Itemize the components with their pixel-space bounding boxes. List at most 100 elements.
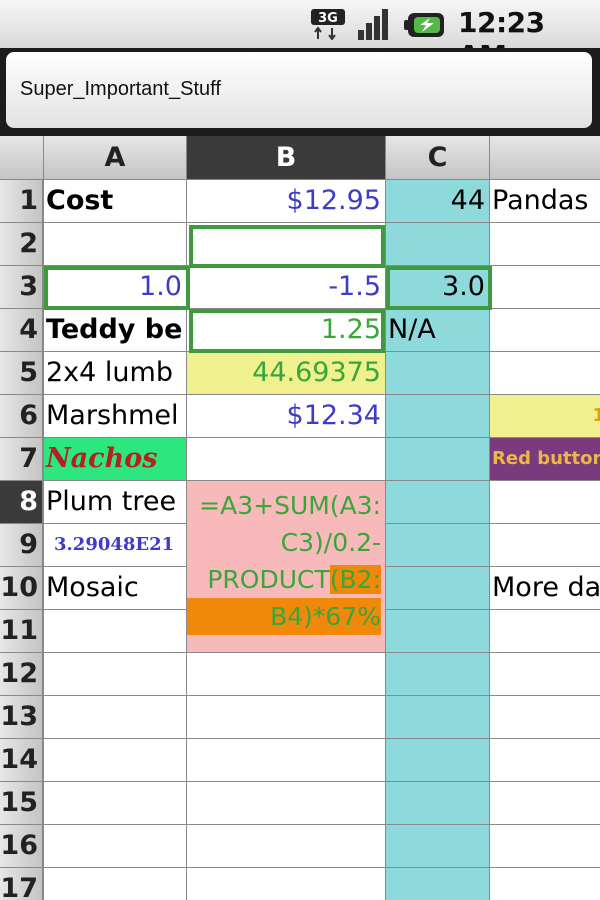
column-header-a[interactable]: A [44, 136, 187, 180]
row-header-3[interactable]: 3 [0, 266, 44, 309]
signal-strength-icon [358, 9, 388, 40]
grid-cell[interactable] [490, 309, 600, 352]
grid-cell[interactable] [490, 610, 600, 653]
cell-a8[interactable]: Plum tree [44, 481, 187, 524]
row-header-1[interactable]: 1 [0, 180, 44, 223]
grid-cell[interactable] [187, 825, 386, 868]
cell-a10[interactable]: Mosaic [44, 567, 187, 610]
formula-line-3: PRODUCT(B2: [187, 561, 381, 598]
grid-cell[interactable] [490, 696, 600, 739]
grid-cell[interactable] [490, 825, 600, 868]
cell-b6[interactable]: $12.34 [187, 395, 386, 438]
row-header-10[interactable]: 10 [0, 567, 44, 610]
cell-a5[interactable]: 2x4 lumb [44, 352, 187, 395]
grid-cell[interactable] [187, 739, 386, 782]
grid-cell[interactable] [386, 739, 490, 782]
grid-cell[interactable] [44, 653, 187, 696]
column-header-d[interactable] [490, 136, 600, 180]
cell-d10[interactable]: More da [490, 567, 600, 610]
grid-cell[interactable] [386, 782, 490, 825]
grid-cell[interactable] [386, 352, 490, 395]
formula-range-b4: B4)*67% [270, 602, 381, 631]
cell-b3[interactable]: -1.5 [187, 266, 386, 309]
grid-cell[interactable] [386, 481, 490, 524]
grid-cell[interactable] [490, 739, 600, 782]
cell-a6[interactable]: Marshmel [44, 395, 187, 438]
grid-cell[interactable] [44, 825, 187, 868]
cell-d6[interactable]: 1 [490, 395, 600, 438]
grid-cell[interactable] [187, 868, 386, 900]
row-header-5[interactable]: 5 [0, 352, 44, 395]
column-header-b[interactable]: B [187, 136, 386, 180]
row-header-16[interactable]: 16 [0, 825, 44, 868]
row-header-4[interactable]: 4 [0, 309, 44, 352]
grid-cell[interactable] [386, 567, 490, 610]
grid-cell[interactable] [490, 352, 600, 395]
grid-cell[interactable] [386, 868, 490, 900]
grid-cell[interactable] [44, 868, 187, 900]
document-title-field[interactable]: Super_Important_Stuff [6, 52, 592, 128]
cell-a4[interactable]: Teddy be [44, 309, 187, 352]
column-header-c[interactable]: C [386, 136, 490, 180]
formula-line-4: B4)*67% [187, 598, 381, 635]
formula-product-label: PRODUCT [207, 565, 330, 594]
row-header-14[interactable]: 14 [0, 739, 44, 782]
grid-cell[interactable] [490, 782, 600, 825]
grid-cell[interactable] [490, 524, 600, 567]
grid-cell[interactable] [187, 696, 386, 739]
corner-select-all[interactable] [0, 136, 44, 180]
cell-c3[interactable]: 3.0 [386, 266, 490, 309]
formula-line-1: =A3+SUM(A3: [199, 491, 381, 520]
row-header-7[interactable]: 7 [0, 438, 44, 481]
grid-cell[interactable] [187, 653, 386, 696]
row-header-8[interactable]: 8 [0, 481, 44, 524]
svg-text:3G: 3G [318, 11, 338, 26]
row-header-12[interactable]: 12 [0, 653, 44, 696]
grid-cell[interactable] [386, 610, 490, 653]
grid-cell[interactable] [386, 395, 490, 438]
grid-cell[interactable] [187, 223, 386, 266]
formula-cell-b8[interactable]: =A3+SUM(A3: C3)/0.2- PRODUCT(B2: B4)*67% [187, 481, 386, 653]
cell-a9[interactable]: 3.29048E21 [44, 524, 187, 567]
grid-cell[interactable] [490, 653, 600, 696]
grid-cell[interactable] [187, 782, 386, 825]
cell-b1[interactable]: $12.95 [187, 180, 386, 223]
grid-cell[interactable] [44, 223, 187, 266]
grid-cell[interactable] [386, 696, 490, 739]
cell-a7[interactable]: Nachos [44, 438, 187, 481]
grid-cell[interactable] [187, 438, 386, 481]
cell-d1[interactable]: Pandas [490, 180, 600, 223]
grid-cell[interactable] [386, 524, 490, 567]
row-header-13[interactable]: 13 [0, 696, 44, 739]
row-header-17[interactable]: 17 [0, 868, 44, 900]
row-header-9[interactable]: 9 [0, 524, 44, 567]
grid-cell[interactable] [44, 610, 187, 653]
row-header-2[interactable]: 2 [0, 223, 44, 266]
document-title: Super_Important_Stuff [20, 78, 221, 100]
cell-b5[interactable]: 44.69375 [187, 352, 386, 395]
grid-cell[interactable] [490, 266, 600, 309]
formula-range-b2: (B2: [329, 565, 381, 594]
cell-c4[interactable]: N/A [386, 309, 490, 352]
cell-d7-red-button[interactable]: Red button [490, 438, 600, 481]
grid-cell[interactable] [44, 739, 187, 782]
row-header-11[interactable]: 11 [0, 610, 44, 653]
network-3g-icon: 3G [311, 9, 345, 40]
grid-cell[interactable] [44, 696, 187, 739]
grid-cell[interactable] [386, 438, 490, 481]
cell-a3[interactable]: 1.0 [44, 266, 187, 309]
row-header-6[interactable]: 6 [0, 395, 44, 438]
grid-cell[interactable] [490, 868, 600, 900]
grid-cell[interactable] [44, 782, 187, 825]
grid-cell[interactable] [490, 481, 600, 524]
grid-cell[interactable] [386, 825, 490, 868]
grid-cell[interactable] [386, 653, 490, 696]
row-header-15[interactable]: 15 [0, 782, 44, 825]
grid-cell[interactable] [386, 223, 490, 266]
cell-a1[interactable]: Cost [44, 180, 187, 223]
cell-c1[interactable]: 44 [386, 180, 490, 223]
formula-line-2: C3)/0.2- [280, 528, 381, 557]
spreadsheet-grid[interactable]: A B C 1 2 3 4 5 6 7 8 9 10 11 12 13 14 15 16 17 Cost $12… [0, 136, 600, 900]
cell-b4[interactable]: 1.25 [187, 309, 386, 352]
grid-cell[interactable] [490, 223, 600, 266]
